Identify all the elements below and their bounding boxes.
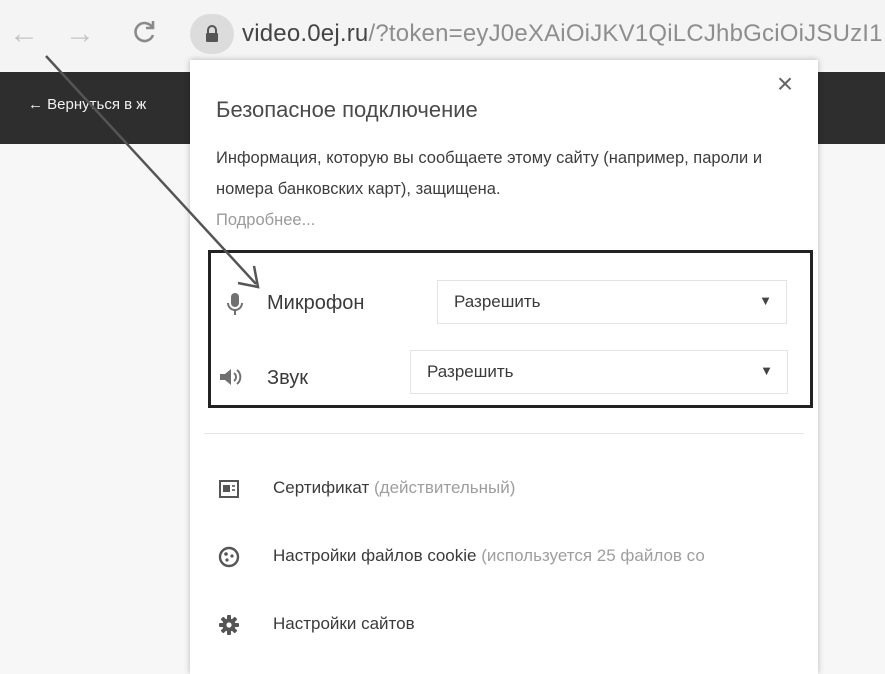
popup-description: Информация, которую вы сообщаете этому с… <box>216 143 806 236</box>
cookie-settings-item[interactable]: Настройки файлов cookie (используется 25… <box>216 538 806 578</box>
back-link[interactable]: ← Вернуться в ж <box>28 96 146 113</box>
back-arrow-icon[interactable]: ← <box>8 18 40 50</box>
certificate-title: Сертификат <box>273 478 370 497</box>
cookie-settings-title: Настройки файлов cookie <box>273 546 477 565</box>
site-settings-item[interactable]: Настройки сайтов <box>216 606 806 646</box>
description-text: Информация, которую вы сообщаете этому с… <box>216 149 763 198</box>
permission-label-microphone: Микрофон <box>267 292 365 314</box>
chevron-down-icon: ▼ <box>759 293 772 308</box>
certificate-status: (действительный) <box>374 478 516 497</box>
speaker-icon <box>218 362 244 392</box>
screenshot-root: ← → video.0ej.ru/?token=eyJ0eXAiOiJKV1Qi… <box>0 0 885 674</box>
more-link[interactable]: Подробнее... <box>216 211 315 229</box>
address-bar[interactable]: video.0ej.ru/?token=eyJ0eXAiOiJKV1QiLCJh… <box>242 20 882 48</box>
popup-title: Безопасное подключение <box>216 97 478 122</box>
close-icon[interactable]: × <box>772 70 798 100</box>
sound-permission-value: Разрешить <box>427 362 514 381</box>
microphone-permission-value: Разрешить <box>454 292 541 311</box>
url-host: video.0ej.ru <box>242 20 369 47</box>
permission-label-sound: Звук <box>267 367 309 389</box>
gear-icon <box>216 612 242 638</box>
site-settings-label: Настройки сайтов <box>273 614 415 633</box>
certificate-label: Сертификат (действительный) <box>273 478 515 498</box>
microphone-permission-select[interactable]: Разрешить ▼ <box>437 280 787 324</box>
url-path: /?token=eyJ0eXAiOiJKV1QiLCJhbGciOiJSUzI1… <box>368 20 882 47</box>
microphone-icon <box>222 289 248 319</box>
lock-icon <box>206 25 218 42</box>
certificate-item[interactable]: Сертификат (действительный) <box>216 470 806 510</box>
reload-icon[interactable] <box>128 16 160 48</box>
forward-arrow-icon[interactable]: → <box>64 18 96 50</box>
sound-permission-select[interactable]: Разрешить ▼ <box>410 350 788 394</box>
divider <box>204 433 804 434</box>
chevron-down-icon: ▼ <box>760 363 773 378</box>
certificate-icon <box>216 476 242 502</box>
cookie-count-note: (используется 25 файлов со <box>481 546 705 565</box>
site-info-button[interactable] <box>190 14 234 54</box>
cookie-icon <box>216 544 242 570</box>
cookie-settings-label: Настройки файлов cookie (используется 25… <box>273 546 705 566</box>
